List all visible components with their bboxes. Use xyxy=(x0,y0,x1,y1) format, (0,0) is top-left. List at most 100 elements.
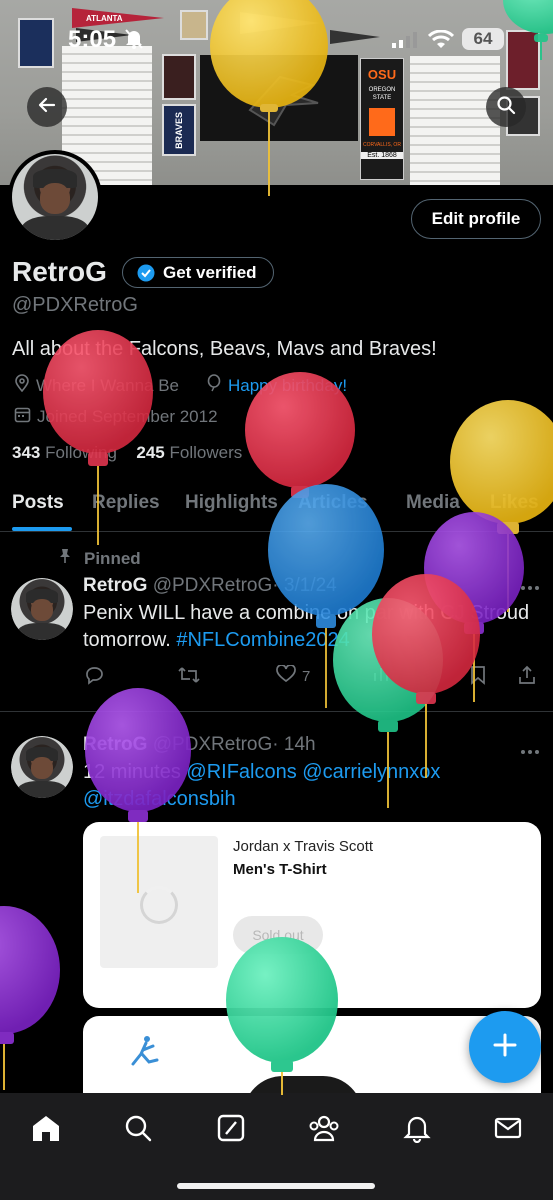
joined-row: Joined September 2012 xyxy=(14,406,218,428)
tab-likes[interactable]: Likes xyxy=(490,492,539,514)
mention-link[interactable]: @carrielynnxox xyxy=(302,761,440,783)
bell-icon xyxy=(403,1113,431,1148)
reply-button[interactable] xyxy=(84,665,104,689)
grok-icon xyxy=(217,1114,245,1147)
back-button[interactable] xyxy=(27,87,67,127)
post-divider xyxy=(0,711,553,712)
profile-tabs: Posts Replies Highlights Articles Media … xyxy=(0,478,553,532)
followers-link[interactable]: 245 Followers xyxy=(136,443,242,462)
pin-icon xyxy=(58,548,78,569)
profile-birthday[interactable]: Happy birthday! xyxy=(228,376,347,396)
post-author-handle: @PDXRetroG xyxy=(152,575,273,596)
post-time[interactable]: · 14h xyxy=(272,734,315,755)
balloon-purple-edge xyxy=(0,906,60,1090)
post-author-name[interactable]: RetroG xyxy=(83,734,147,755)
nav-home[interactable] xyxy=(29,1113,63,1147)
balloon-icon xyxy=(206,374,228,397)
wifi-icon xyxy=(427,29,455,55)
nav-grok[interactable] xyxy=(214,1113,248,1147)
display-name: RetroG xyxy=(12,256,107,287)
poster-falcons xyxy=(162,54,196,100)
profile-avatar[interactable] xyxy=(8,150,102,244)
status-time: 5:05 xyxy=(68,26,117,53)
calendar-icon xyxy=(14,406,37,428)
search-icon xyxy=(496,95,516,120)
like-count: 7 xyxy=(302,667,311,685)
window-blinds-right xyxy=(410,56,500,185)
product-brand: Jordan x Travis Scott xyxy=(233,838,374,855)
tab-highlights[interactable]: Highlights xyxy=(185,492,278,514)
loading-spinner-icon xyxy=(140,886,178,924)
bookmark-icon xyxy=(470,665,486,689)
plus-icon xyxy=(491,1031,519,1064)
falcons-flag xyxy=(200,55,358,141)
battery-indicator: 64 xyxy=(462,28,504,50)
tab-posts[interactable]: Posts xyxy=(12,492,64,514)
nav-communities[interactable] xyxy=(307,1113,341,1147)
get-verified-label: Get verified xyxy=(163,262,257,282)
post-author-handle: @PDXRetroG xyxy=(152,734,273,755)
home-icon xyxy=(31,1114,61,1147)
active-tab-indicator xyxy=(12,527,72,531)
tab-replies[interactable]: Replies xyxy=(92,492,160,514)
post-header: RetroG @PDXRetroG· 3/1/24 xyxy=(83,575,337,597)
pinned-indicator: Pinned xyxy=(58,548,141,569)
product-thumbnail xyxy=(100,836,218,968)
location-pin-icon xyxy=(14,374,36,397)
mention-link[interactable]: @RIFalcons xyxy=(186,761,296,783)
edit-profile-button[interactable]: Edit profile xyxy=(411,199,541,239)
nav-notifications[interactable] xyxy=(400,1113,434,1147)
compose-button[interactable] xyxy=(469,1011,541,1083)
follow-stats: 343 Following 245 Followers xyxy=(12,443,242,463)
share-button[interactable] xyxy=(518,665,536,689)
post-avatar[interactable] xyxy=(11,578,73,640)
product-title: Men's T-Shirt xyxy=(233,861,327,878)
post-time[interactable]: · 3/1/24 xyxy=(272,575,336,596)
reply-icon xyxy=(84,665,104,689)
post-text: 12 minutes @RIFalcons @carrielynnxox @it… xyxy=(83,761,441,810)
search-icon xyxy=(124,1114,152,1147)
post-avatar[interactable] xyxy=(11,736,73,798)
signal-icon xyxy=(392,32,418,53)
search-button[interactable] xyxy=(486,87,526,127)
post-header: RetroG @PDXRetroG· 14h xyxy=(83,734,316,756)
share-icon xyxy=(518,665,536,689)
heart-icon xyxy=(276,664,296,687)
profile-joined: Joined September 2012 xyxy=(37,407,218,426)
status-bar: 5:05 64 xyxy=(0,22,553,60)
jumpman-logo-icon xyxy=(127,1034,163,1075)
post-author-name[interactable]: RetroG xyxy=(83,575,147,596)
sold-out-button[interactable]: Sold out xyxy=(233,916,323,954)
location-row: Where I Wanna Be xyxy=(14,374,179,397)
birthday-row: Happy birthday! xyxy=(206,374,347,397)
mention-link[interactable]: @itzdafalconsbih xyxy=(83,788,236,810)
nav-messages[interactable] xyxy=(491,1113,525,1147)
tab-articles[interactable]: Articles xyxy=(298,492,368,514)
views-button[interactable] xyxy=(372,665,390,687)
post-text: Penix WILL have a combine on par with CJ… xyxy=(83,602,530,651)
bell-off-icon xyxy=(124,28,144,55)
more-icon[interactable] xyxy=(520,742,540,760)
nav-search[interactable] xyxy=(121,1113,155,1147)
profile-handle: @PDXRetroG xyxy=(12,294,138,316)
communities-icon xyxy=(308,1114,340,1147)
like-button[interactable]: 7 xyxy=(276,664,311,687)
mail-icon xyxy=(494,1116,522,1145)
get-verified-button[interactable]: Get verified xyxy=(122,257,274,288)
views-icon xyxy=(372,665,390,687)
following-link[interactable]: 343 Following xyxy=(12,443,117,462)
hashtag-link[interactable]: #NFLCombine2024 xyxy=(176,629,349,651)
product-card[interactable]: Jordan x Travis Scott Men's T-Shirt Sold… xyxy=(83,822,541,1008)
arrow-left-icon xyxy=(37,95,57,120)
repost-button[interactable] xyxy=(177,665,201,689)
verified-badge-icon xyxy=(137,264,155,282)
profile-bio: All about the Falcons, Beavs, Mavs and B… xyxy=(12,338,437,360)
tab-media[interactable]: Media xyxy=(406,492,460,514)
bookmark-button[interactable] xyxy=(470,665,486,689)
more-icon[interactable] xyxy=(520,578,540,596)
home-indicator xyxy=(177,1183,375,1189)
osu-banner: OSU OREGON STATE CORVALLIS, OR Est. 1868 xyxy=(360,58,404,180)
repost-icon xyxy=(177,665,201,689)
poster-braves: BRAVES xyxy=(162,104,196,156)
profile-location: Where I Wanna Be xyxy=(36,375,179,395)
